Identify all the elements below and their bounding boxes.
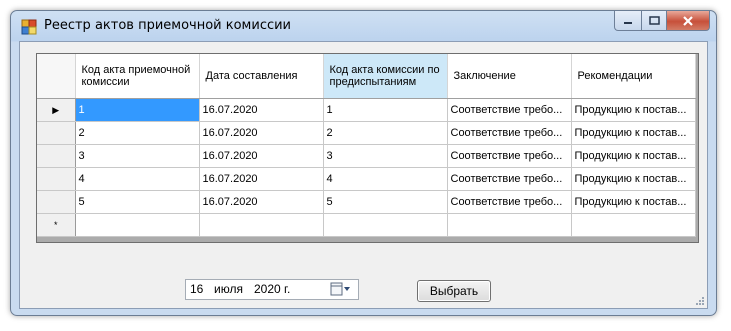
new-row-marker-icon[interactable]: * [37,213,76,237]
table-cell[interactable]: Продукцию к постав... [571,167,696,191]
form-client-area: Код акта приемочной комиссии Дата состав… [19,41,708,309]
table-cell[interactable]: 4 [323,167,448,191]
minimize-button[interactable] [614,11,642,31]
column-header-pretest-code[interactable]: Код акта комиссии по предиспытаниям [323,54,448,99]
table-cell[interactable] [323,213,448,237]
table-cell[interactable]: Соответствие требо... [447,98,572,122]
maximize-icon [648,16,660,25]
date-picker[interactable]: 16 июля 2020 г. [185,279,359,300]
table-cell[interactable]: 3 [323,144,448,168]
table-cell[interactable]: 1 [323,98,448,122]
acts-table: Код акта приемочной комиссии Дата состав… [37,54,696,237]
table-row[interactable]: 5 16.07.2020 5 Соответствие требо... Про… [37,190,696,214]
row-header[interactable] [37,144,76,168]
column-header-conclusion[interactable]: Заключение [447,54,572,99]
table-cell[interactable]: 1 [75,98,200,122]
acts-data-grid[interactable]: Код акта приемочной комиссии Дата состав… [36,53,699,243]
corner-header[interactable] [37,54,76,99]
table-cell[interactable]: 16.07.2020 [199,190,324,214]
table-row[interactable]: 3 16.07.2020 3 Соответствие требо... Про… [37,144,696,168]
table-cell[interactable]: 5 [323,190,448,214]
table-cell[interactable]: 16.07.2020 [199,144,324,168]
table-row[interactable]: ▶ 1 16.07.2020 1 Соответствие требо... П… [37,98,696,122]
calendar-dropdown-icon[interactable] [330,282,352,296]
date-day[interactable]: 16 [190,282,203,296]
maximize-button[interactable] [642,11,667,31]
table-cell[interactable]: 5 [75,190,200,214]
date-year[interactable]: 2020 г. [254,282,290,296]
column-header-act-code[interactable]: Код акта приемочной комиссии [75,54,200,99]
window-title: Реестр актов приемочной комиссии [44,18,292,33]
select-button[interactable]: Выбрать [417,280,491,302]
table-cell[interactable]: 3 [75,144,200,168]
table-cell[interactable]: 4 [75,167,200,191]
row-header[interactable] [37,121,76,145]
table-cell[interactable]: Продукцию к постав... [571,121,696,145]
table-row[interactable]: 4 16.07.2020 4 Соответствие требо... Про… [37,167,696,191]
close-icon [683,15,693,26]
minimize-icon [624,21,632,24]
table-cell[interactable]: Соответствие требо... [447,121,572,145]
main-window: Реестр актов приемочной комиссии Код акт… [10,10,717,316]
row-header[interactable] [37,190,76,214]
column-header-recommendations[interactable]: Рекомендации [571,54,696,99]
table-cell[interactable]: 2 [75,121,200,145]
table-cell[interactable]: Продукцию к постав... [571,190,696,214]
table-cell[interactable] [447,213,572,237]
table-cell[interactable] [199,213,324,237]
close-button[interactable] [667,11,710,31]
table-cell[interactable]: Продукцию к постав... [571,98,696,122]
table-cell[interactable]: 2 [323,121,448,145]
title-bar[interactable]: Реестр актов приемочной комиссии [11,11,716,41]
new-row[interactable]: * [37,213,696,237]
table-cell[interactable]: Соответствие требо... [447,190,572,214]
app-icon [21,19,37,35]
table-cell[interactable]: Соответствие требо... [447,144,572,168]
resize-grip-icon[interactable] [695,296,705,306]
table-cell[interactable]: Соответствие требо... [447,167,572,191]
table-cell[interactable]: 16.07.2020 [199,98,324,122]
table-cell[interactable]: 16.07.2020 [199,167,324,191]
table-cell[interactable] [75,213,200,237]
current-row-indicator-icon[interactable]: ▶ [37,98,76,122]
table-cell[interactable] [571,213,696,237]
row-header[interactable] [37,167,76,191]
table-row[interactable]: 2 16.07.2020 2 Соответствие требо... Про… [37,121,696,145]
header-row: Код акта приемочной комиссии Дата состав… [37,54,696,99]
date-month[interactable]: июля [214,282,243,296]
table-cell[interactable]: Продукцию к постав... [571,144,696,168]
table-cell[interactable]: 16.07.2020 [199,121,324,145]
column-header-date[interactable]: Дата составления [199,54,324,99]
